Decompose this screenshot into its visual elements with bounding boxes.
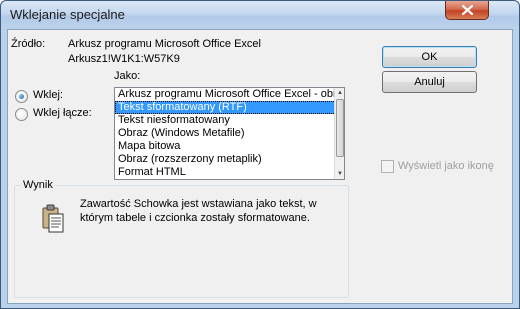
paste-link-radio-label[interactable]: Wklej łącze: — [33, 107, 92, 119]
ok-button[interactable]: OK — [382, 46, 477, 68]
format-scrollbar[interactable]: ▲ ▼ — [334, 88, 344, 179]
source-label: Źródło: — [11, 38, 46, 50]
paste-radio[interactable] — [15, 90, 28, 103]
source-range: Arkusz1!W1K1:W57K9 — [68, 53, 180, 65]
scroll-down-icon[interactable]: ▼ — [335, 169, 344, 179]
format-option[interactable]: Tekst niesformatowany — [115, 114, 344, 127]
close-button[interactable] — [445, 1, 489, 20]
dialog-title: Wklejanie specjalne — [10, 7, 125, 22]
title-bar[interactable]: Wklejanie specjalne — [1, 1, 519, 29]
paste-link-radio[interactable] — [15, 108, 28, 121]
dialog-window: Wklejanie specjalne Źródło: Arkusz progr… — [0, 0, 520, 309]
display-as-icon-checkbox[interactable] — [381, 160, 394, 173]
result-description-line2: którym tabele i czcionka zostały sformat… — [80, 212, 310, 224]
result-description-line1: Zawartość Schowka jest wstawiana jako te… — [80, 198, 317, 210]
source-name: Arkusz programu Microsoft Office Excel — [68, 38, 261, 50]
scroll-thumb[interactable] — [336, 99, 344, 157]
result-group: Wynik Zawartość Schowka jest wstawiana j… — [14, 179, 349, 298]
format-option-selected[interactable]: Tekst sformatowany (RTF) — [115, 101, 344, 114]
format-option[interactable]: Mapa bitowa — [115, 140, 344, 153]
clipboard-icon — [42, 204, 64, 233]
display-as-icon-label: Wyświetl jako ikonę — [398, 160, 494, 172]
format-option[interactable]: Arkusz programu Microsoft Office Excel -… — [115, 88, 344, 101]
format-option[interactable]: Obraz (Windows Metafile) — [115, 127, 344, 140]
close-icon — [461, 5, 473, 15]
format-option[interactable]: Obraz (rozszerzony metaplik) — [115, 153, 344, 166]
cancel-button[interactable]: Anuluj — [382, 71, 477, 93]
scroll-up-icon[interactable]: ▲ — [335, 88, 344, 98]
format-listbox[interactable]: Arkusz programu Microsoft Office Excel -… — [114, 87, 345, 180]
result-title: Wynik — [21, 179, 55, 191]
dialog-body: Źródło: Arkusz programu Microsoft Office… — [7, 29, 513, 304]
paste-radio-label[interactable]: Wklej: — [33, 89, 63, 101]
format-label: Jako: — [114, 70, 141, 82]
format-option[interactable]: Format HTML — [115, 166, 344, 179]
